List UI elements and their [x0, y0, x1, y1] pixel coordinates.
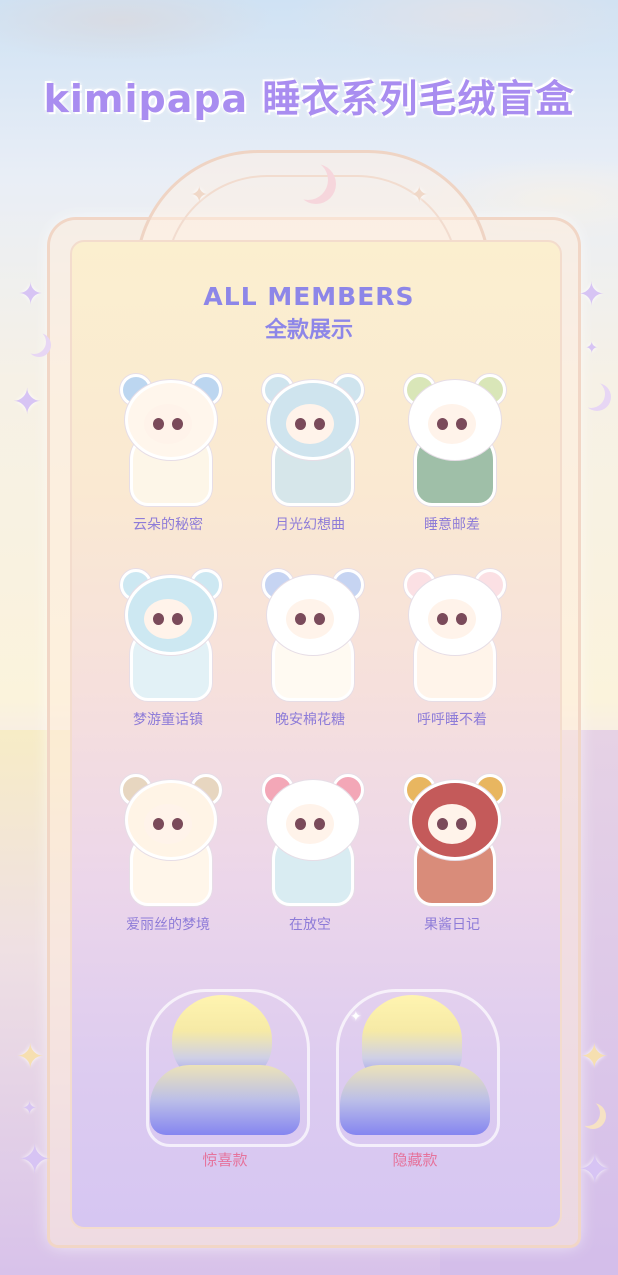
plush-figure-image: [250, 770, 370, 910]
secret-name: 隐藏款: [392, 1151, 438, 1169]
secret-name: 惊喜款: [202, 1151, 248, 1169]
secret-item[interactable]: 惊喜款: [146, 985, 310, 1170]
member-card[interactable]: 云朵的秘密: [103, 370, 233, 534]
plush-figure-image: [108, 770, 228, 910]
member-card[interactable]: 睡意邮差: [387, 370, 517, 534]
member-name: 晚安棉花糖: [275, 712, 345, 728]
plush-figure-image: [108, 565, 228, 705]
member-name: 呼呼睡不着: [417, 712, 487, 728]
member-card[interactable]: 月光幻想曲: [245, 370, 375, 534]
moon-icon: [577, 380, 605, 408]
secret-item[interactable]: 隐藏款: [336, 985, 500, 1170]
section-heading-cn: 全款展示: [264, 318, 353, 343]
star-icon: ✦: [16, 1037, 45, 1077]
moon-icon: [574, 1100, 600, 1126]
plush-figure-image: [392, 770, 512, 910]
plush-figure-image: [392, 565, 512, 705]
member-name: 梦游童话镇: [133, 712, 203, 728]
mystery-silhouette: [146, 985, 310, 1147]
moon-icon: [288, 160, 328, 200]
member-name: 云朵的秘密: [133, 517, 203, 533]
star-icon: ✦: [12, 382, 43, 423]
member-card[interactable]: 梦游童话镇: [103, 565, 233, 729]
star-icon: ✦: [578, 1147, 612, 1193]
plush-figure-image: [250, 370, 370, 510]
plush-figure-image: [392, 370, 512, 510]
mystery-silhouette: [336, 985, 500, 1147]
plush-figure-image: [108, 370, 228, 510]
member-name: 月光幻想曲: [275, 517, 345, 533]
member-name: 睡意邮差: [424, 517, 480, 533]
member-name: 在放空: [289, 917, 331, 933]
star-icon: ✦: [18, 1137, 52, 1183]
member-name: 果酱日记: [424, 917, 480, 933]
member-card[interactable]: 在放空: [245, 770, 375, 934]
member-card[interactable]: 爱丽丝的梦境: [103, 770, 233, 934]
page-title: kimipapa 睡衣系列毛绒盲盒: [43, 77, 575, 121]
star-icon: ✦: [580, 1037, 609, 1077]
member-card[interactable]: 果酱日记: [387, 770, 517, 934]
star-icon: ✦: [410, 183, 429, 208]
star-icon: ✦: [22, 1098, 38, 1119]
star-icon: ✦: [190, 183, 209, 208]
member-card[interactable]: 晚安棉花糖: [245, 565, 375, 729]
section-heading-en: ALL MEMBERS: [203, 282, 415, 311]
plush-figure-image: [250, 565, 370, 705]
member-name: 爱丽丝的梦境: [126, 917, 210, 933]
member-card[interactable]: 呼呼睡不着: [387, 565, 517, 729]
